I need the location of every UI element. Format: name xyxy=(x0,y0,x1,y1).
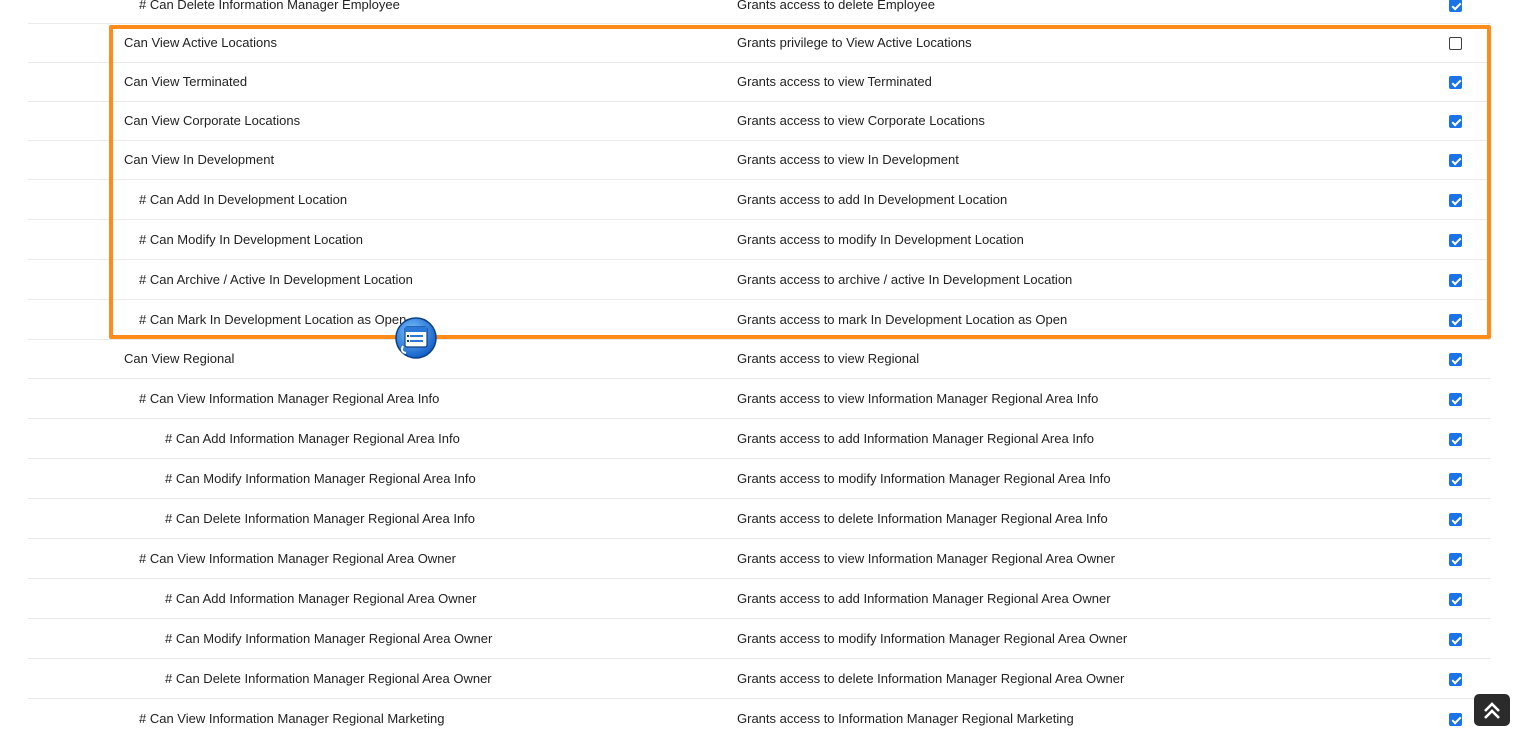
row-divider xyxy=(28,498,1491,499)
permission-description: Grants access to view Regional xyxy=(737,351,920,366)
permission-description: Grants access to view Information Manage… xyxy=(737,551,1115,566)
permission-checkbox[interactable] xyxy=(1449,633,1462,646)
permission-description: Grants access to Information Manager Reg… xyxy=(737,711,1074,726)
permission-checkbox[interactable] xyxy=(1449,37,1462,50)
permission-name: # Can Modify In Development Location xyxy=(139,232,364,247)
permission-checkbox[interactable] xyxy=(1449,115,1462,128)
permission-checkbox[interactable] xyxy=(1449,473,1462,486)
permission-checkbox[interactable] xyxy=(1449,194,1462,207)
permission-name: Can View Corporate Locations xyxy=(124,113,301,128)
permission-checkbox[interactable] xyxy=(1449,0,1462,12)
permission-name: # Can Mark In Development Location as Op… xyxy=(139,312,407,327)
permission-name: # Can Modify Information Manager Regiona… xyxy=(165,631,493,646)
row-divider xyxy=(28,62,1491,63)
permission-name: # Can Add Information Manager Regional A… xyxy=(165,591,477,606)
row-divider xyxy=(28,339,1491,340)
permission-description: Grants access to add Information Manager… xyxy=(737,591,1111,606)
permission-name: # Can Delete Information Manager Employe… xyxy=(139,0,400,12)
permission-description: Grants access to view Corporate Location… xyxy=(737,113,985,128)
permission-checkbox[interactable] xyxy=(1449,673,1462,686)
permission-name: # Can Add Information Manager Regional A… xyxy=(165,431,460,446)
row-divider xyxy=(28,23,1491,24)
permission-checkbox[interactable] xyxy=(1449,353,1462,366)
scroll-to-top-button[interactable] xyxy=(1474,694,1510,726)
calendar-list-icon xyxy=(394,316,438,360)
permission-name: Can View Active Locations xyxy=(124,35,277,50)
row-divider xyxy=(28,418,1491,419)
permission-description: Grants access to view Terminated xyxy=(737,74,932,89)
row-divider xyxy=(28,219,1491,220)
permission-description: Grants access to add Information Manager… xyxy=(737,431,1094,446)
permission-description: Grants access to mark In Development Loc… xyxy=(737,312,1068,327)
permission-checkbox[interactable] xyxy=(1449,234,1462,247)
row-divider xyxy=(28,101,1491,102)
permission-description: Grants access to delete Employee xyxy=(737,0,935,12)
permission-checkbox[interactable] xyxy=(1449,593,1462,606)
row-divider xyxy=(28,458,1491,459)
permission-checkbox[interactable] xyxy=(1449,553,1462,566)
row-divider xyxy=(28,618,1491,619)
permissions-table: # Can Delete Information Manager Employe… xyxy=(0,0,1524,726)
permission-name: # Can View Information Manager Regional … xyxy=(139,391,440,406)
permission-name: # Can View Information Manager Regional … xyxy=(139,711,445,726)
permission-description: Grants access to delete Information Mana… xyxy=(737,511,1108,526)
permission-name: # Can View Information Manager Regional … xyxy=(139,551,456,566)
permission-checkbox[interactable] xyxy=(1449,154,1462,167)
permission-description: Grants access to view Information Manage… xyxy=(737,391,1099,406)
permission-checkbox[interactable] xyxy=(1449,314,1462,327)
row-divider xyxy=(28,538,1491,539)
permission-description: Grants access to modify In Development L… xyxy=(737,232,1024,247)
permission-name: # Can Add In Development Location xyxy=(139,192,348,207)
permission-description: Grants access to add In Development Loca… xyxy=(737,192,1008,207)
row-divider xyxy=(28,698,1491,699)
permission-checkbox[interactable] xyxy=(1449,393,1462,406)
permission-description: Grants access to modify Information Mana… xyxy=(737,631,1128,646)
row-divider xyxy=(28,140,1491,141)
row-divider xyxy=(28,658,1491,659)
permission-checkbox[interactable] xyxy=(1449,513,1462,526)
permission-checkbox[interactable] xyxy=(1449,433,1462,446)
permission-description: Grants access to archive / active In Dev… xyxy=(737,272,1073,287)
row-divider xyxy=(28,378,1491,379)
permission-description: Grants privilege to View Active Location… xyxy=(737,35,972,50)
permission-name: # Can Delete Information Manager Regiona… xyxy=(165,511,476,526)
row-divider xyxy=(28,578,1491,579)
row-divider xyxy=(28,299,1491,300)
permission-name: # Can Archive / Active In Development Lo… xyxy=(139,272,413,287)
permission-name: Can View In Development xyxy=(124,152,275,167)
permission-description: Grants access to delete Information Mana… xyxy=(737,671,1125,686)
double-chevron-up-icon xyxy=(1484,702,1500,719)
permission-checkbox[interactable] xyxy=(1449,274,1462,287)
permission-name: # Can Delete Information Manager Regiona… xyxy=(165,671,492,686)
permission-name: Can View Terminated xyxy=(124,74,248,89)
permission-name: # Can Modify Information Manager Regiona… xyxy=(165,471,476,486)
permission-checkbox[interactable] xyxy=(1449,713,1462,726)
row-divider xyxy=(28,179,1491,180)
row-divider xyxy=(28,259,1491,260)
permission-description: Grants access to modify Information Mana… xyxy=(737,471,1111,486)
permission-checkbox[interactable] xyxy=(1449,76,1462,89)
permission-description: Grants access to view In Development xyxy=(737,152,959,167)
permission-name: Can View Regional xyxy=(124,351,235,366)
